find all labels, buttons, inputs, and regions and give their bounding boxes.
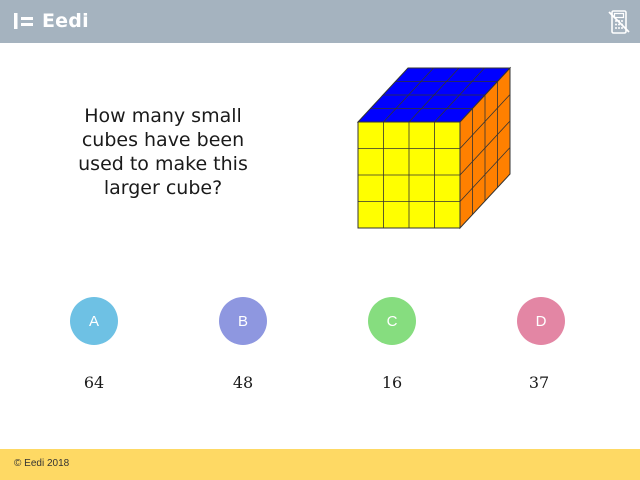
cube-4x4x4-icon — [356, 66, 512, 230]
header-bar: Eedi — [0, 0, 640, 43]
cube-front-face — [357, 121, 461, 229]
copyright-text: © Eedi 2018 — [14, 458, 70, 469]
question-text: How many small cubes have been used to m… — [78, 105, 248, 199]
option-a-button[interactable]: A — [70, 297, 118, 345]
option-a-answer: 64 — [83, 373, 105, 392]
eedi-logo-icon — [14, 12, 34, 30]
option-c-button[interactable]: C — [368, 297, 416, 345]
footer-bar: © Eedi 2018 — [0, 449, 640, 480]
cube-figure — [350, 60, 520, 235]
option-b-answer: 48 — [232, 373, 254, 392]
calculator-crossed-icon[interactable] — [606, 9, 632, 35]
eedi-logo[interactable]: Eedi — [14, 8, 89, 34]
option-b-button[interactable]: B — [219, 297, 267, 345]
brand-name: Eedi — [42, 10, 89, 32]
option-d-answer: 37 — [528, 373, 550, 392]
option-d-button[interactable]: D — [517, 297, 565, 345]
option-c-answer: 16 — [381, 373, 403, 392]
